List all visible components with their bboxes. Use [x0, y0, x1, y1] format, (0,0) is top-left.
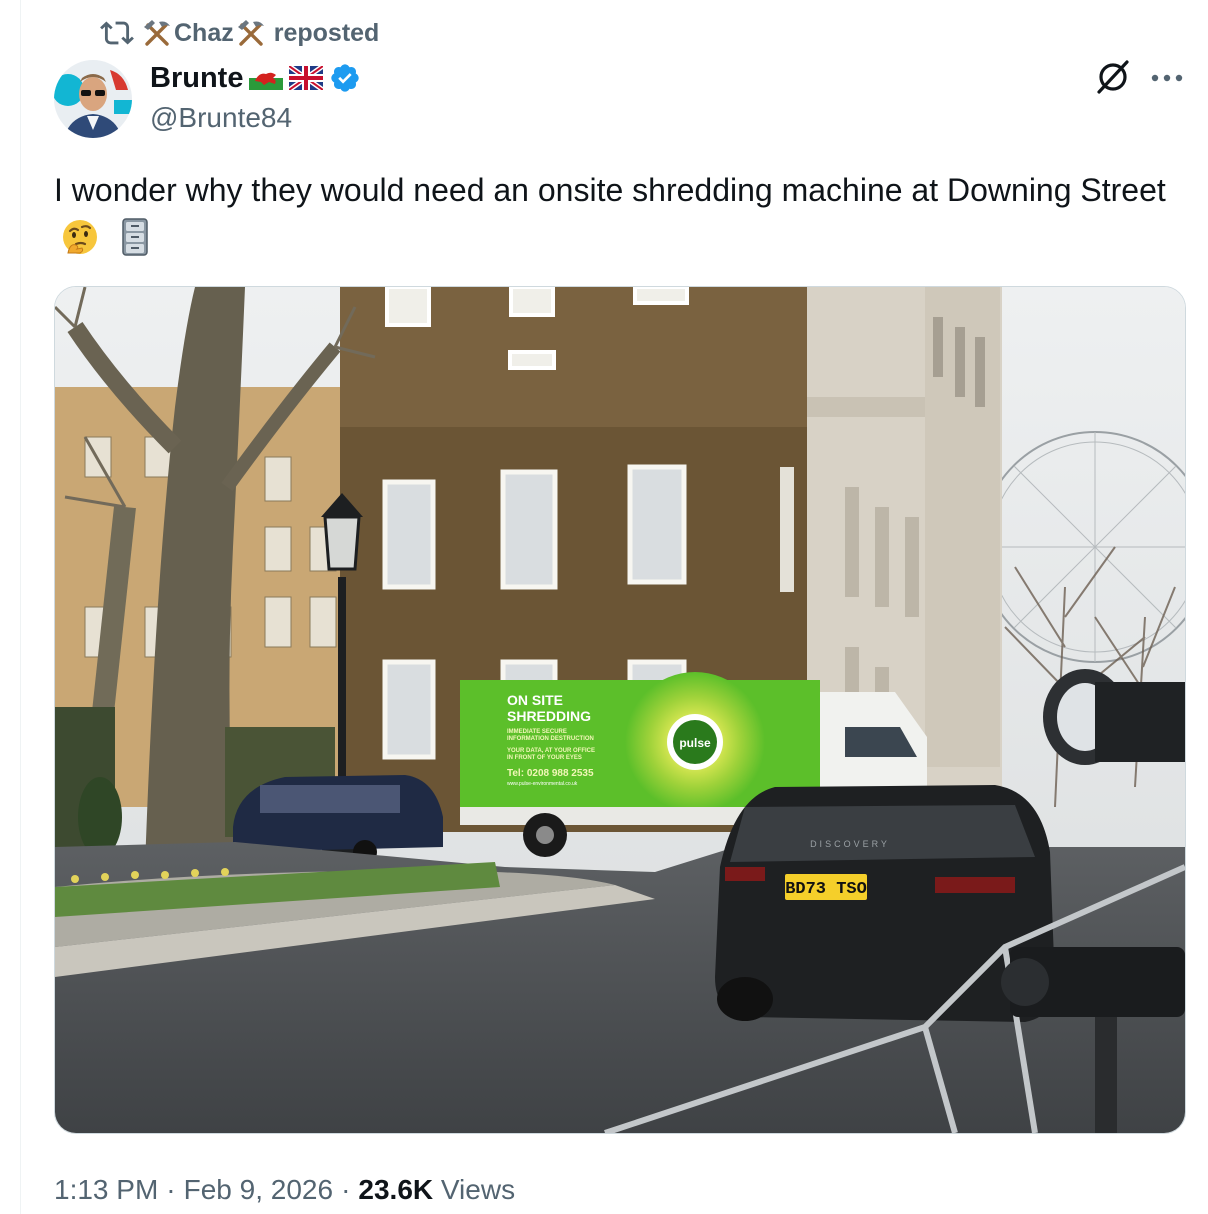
truck-headline-line2: SHREDDING — [507, 708, 591, 724]
license-plate: BD73 TSO — [785, 880, 867, 899]
truck-sub-line2: INFORMATION DESTRUCTION — [507, 736, 594, 742]
timeline-divider — [20, 0, 21, 1214]
author-avatar[interactable] — [54, 60, 132, 138]
more-icon — [1150, 70, 1184, 88]
views-label: Views — [440, 1174, 516, 1205]
truck-brand: pulse — [679, 736, 711, 750]
truck-sub-line1: IMMEDIATE SECURE — [507, 729, 567, 735]
truck-phone: Tel: 0208 988 2535 — [507, 768, 594, 779]
truck-website: www.pulse-environmental.co.uk — [507, 781, 578, 787]
tweet-body: I wonder why they would need an onsite s… — [54, 172, 1166, 208]
uk-flag-icon — [288, 63, 325, 93]
repost-label: reposted — [273, 18, 380, 47]
meta-separator: · — [341, 1174, 351, 1205]
more-options-button[interactable] — [1146, 58, 1188, 100]
author-display-name[interactable]: Brunte — [150, 62, 243, 95]
truck-sub-line4: IN FRONT OF YOUR EYES — [507, 755, 582, 761]
grok-icon — [1094, 58, 1132, 101]
tweet-time[interactable]: 1:13 PM — [54, 1174, 158, 1206]
reposter-name: Chaz — [174, 18, 234, 47]
camera-light — [1043, 669, 1185, 765]
repost-icon — [100, 16, 134, 50]
wales-flag-icon — [249, 66, 284, 90]
verified-badge-icon[interactable] — [329, 62, 361, 94]
hammer-and-pick-icon — [236, 18, 266, 48]
repost-context[interactable]: Chaz reposted — [100, 16, 379, 50]
tweet-text: I wonder why they would need an onsite s… — [54, 166, 1184, 262]
truck-sub-line3: YOUR DATA, AT YOUR OFFICE — [507, 748, 595, 754]
author-block[interactable]: Brunte @Brunte84 — [150, 58, 361, 134]
car-badge: DISCOVERY — [810, 839, 890, 849]
grok-button[interactable] — [1092, 58, 1134, 100]
hammer-and-pick-icon — [142, 18, 172, 48]
tweet-photo[interactable]: pulse ON SITE SHREDDING IMMEDIATE SECURE… — [54, 286, 1186, 1134]
tweet-date[interactable]: Feb 9, 2026 — [184, 1174, 333, 1206]
file-cabinet-emoji-icon — [115, 217, 155, 257]
meta-separator: · — [166, 1174, 176, 1205]
truck-headline-line1: ON SITE — [507, 692, 563, 708]
views-count: 23.6K — [358, 1174, 434, 1205]
reposter-name-group[interactable]: Chaz — [142, 18, 266, 48]
author-handle[interactable]: @Brunte84 — [150, 102, 361, 134]
tweet-meta: 1:13 PM · Feb 9, 2026 · 23.6K Views — [54, 1170, 515, 1210]
thinking-face-emoji-icon — [60, 217, 100, 257]
